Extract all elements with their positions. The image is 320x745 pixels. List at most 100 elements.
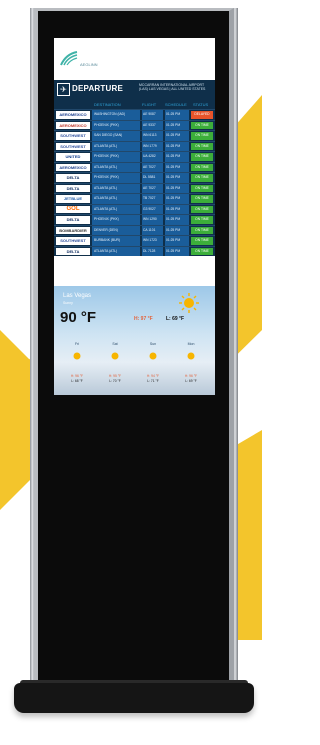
status-badge: ON TIME	[191, 121, 213, 129]
flight-cell: G3 9027	[142, 204, 163, 214]
flight-cell: WN 6113	[142, 131, 163, 141]
flight-row: SOUTHWEST BURBANK (BUR) WN 1723 01:25 PM…	[54, 235, 215, 246]
col-schedule: SCHEDULE	[165, 102, 187, 107]
forecast-day: Mon H: 96 °F L: 69 °F	[174, 342, 208, 388]
status-badge: ON TIME	[191, 237, 213, 245]
flight-cell: AE 9087	[142, 110, 163, 120]
weather-low: L: 69 °F	[166, 316, 185, 322]
destination-cell: ATLANTA (ATL)	[92, 141, 140, 151]
departure-title: DEPARTURE	[72, 84, 123, 93]
time-cell: 01:25 PM	[165, 215, 189, 225]
status-badge: ON TIME	[191, 247, 213, 255]
status-badge: ON TIME	[191, 226, 213, 234]
sun-icon	[179, 293, 199, 313]
forecast-day: Sat H: 95 °F L: 70 °F	[98, 342, 132, 388]
flight-row: UNITED PHOENIX (PHX) UA 4282 01:25 PM ON…	[54, 151, 215, 162]
flight-row: AEROMEXICO ATLANTA (ATL) AE 7027 01:25 P…	[54, 161, 215, 172]
destination-cell: ATLANTA (ATL)	[92, 194, 140, 204]
weather-city: Las Vegas	[63, 293, 92, 299]
destination-cell: ATLANTA (ATL)	[92, 246, 140, 256]
flight-row: SOUTHWEST ATLANTA (ATL) WN 1779 01:25 PM…	[54, 140, 215, 151]
airline-logo: JETBLUE	[56, 195, 90, 203]
airline-logo: AEROMEXICO	[56, 163, 90, 171]
time-cell: 01:25 PM	[165, 141, 189, 151]
forecast-high: H: 96 °F	[184, 374, 198, 378]
flight-cell: AE 7027	[142, 183, 163, 193]
status-badge: DELAYED	[191, 111, 213, 119]
airline-logo: DELTA	[56, 184, 90, 192]
weather-condition: Sunny	[63, 301, 73, 305]
time-cell: 01:25 PM	[165, 236, 189, 246]
sun-icon	[187, 352, 195, 360]
status-badge: ON TIME	[191, 142, 213, 150]
flight-row: DELTA PHOENIX (PHX) WN 1290 01:25 PM ON …	[54, 214, 215, 225]
airline-logo: GOL	[56, 205, 90, 213]
forecast-day-name: Sun	[149, 342, 157, 346]
sun-icon	[111, 352, 119, 360]
time-cell: 01:25 PM	[165, 173, 189, 183]
flight-cell: WN 1779	[142, 141, 163, 151]
destination-cell: WASHINGTON (IAD)	[92, 110, 140, 120]
status-badge: ON TIME	[191, 132, 213, 140]
destination-cell: PHOENIX (PHX)	[92, 173, 140, 183]
col-destination: DESTINATION	[94, 102, 121, 107]
status-badge: ON TIME	[191, 195, 213, 203]
forecast-day: Fri H: 96 °F L: 68 °F	[60, 342, 94, 388]
brand-logo-icon	[60, 51, 78, 66]
airline-logo: SOUTHWEST	[56, 237, 90, 245]
forecast-low: L: 68 °F	[71, 379, 83, 383]
flight-row: AEROMEXICO WASHINGTON (IAD) AE 9087 01:2…	[54, 109, 215, 120]
flight-row: DELTA ATLANTA (ATL) DL 7128 01:25 PM ON …	[54, 245, 215, 256]
time-cell: 01:25 PM	[165, 162, 189, 172]
forecast-row: Fri H: 96 °F L: 68 °F Sat H: 95 °F L: 70…	[60, 342, 210, 388]
kiosk-base	[14, 683, 254, 713]
destination-cell: PHOENIX (PHX)	[92, 120, 140, 130]
flight-cell: UA 4282	[142, 152, 163, 162]
kiosk-screen: AEGLINN ✈ DEPARTURE MCCARRAN INTERNATION…	[54, 38, 215, 395]
time-cell: 01:25 PM	[165, 183, 189, 193]
forecast-low: L: 71 °F	[147, 379, 159, 383]
brand-logo-text: AEGLINN	[80, 62, 98, 67]
time-cell: 01:25 PM	[165, 194, 189, 204]
flight-cell: WN 1723	[142, 236, 163, 246]
forecast-day: Sun H: 94 °F L: 71 °F	[136, 342, 170, 388]
flight-table: AEROMEXICO WASHINGTON (IAD) AE 9087 01:2…	[54, 109, 215, 256]
forecast-high: H: 95 °F	[108, 374, 122, 378]
status-badge: ON TIME	[191, 216, 213, 224]
col-status: STATUS	[193, 102, 209, 107]
flight-row: JETBLUE ATLANTA (ATL) TB 7027 01:25 PM O…	[54, 193, 215, 204]
flight-row: DELTA PHOENIX (PHX) DL 5581 01:25 PM ON …	[54, 172, 215, 183]
time-cell: 01:25 PM	[165, 110, 189, 120]
time-cell: 01:25 PM	[165, 152, 189, 162]
destination-cell: SAN DIEGO (SAN)	[92, 131, 140, 141]
time-cell: 01:25 PM	[165, 120, 189, 130]
airline-logo: DELTA	[56, 247, 90, 255]
status-badge: ON TIME	[191, 153, 213, 161]
departure-header: ✈ DEPARTURE MCCARRAN INTERNATIONAL AIRPO…	[54, 80, 215, 98]
time-cell: 01:25 PM	[165, 131, 189, 141]
destination-cell: DENVER (DEN)	[92, 225, 140, 235]
flight-row: BOMBARDIER DENVER (DEN) CA 1101 01:25 PM…	[54, 224, 215, 235]
flight-row: AEROMEXICO PHOENIX (PHX) AE 9337 01:25 P…	[54, 119, 215, 130]
destination-cell: ATLANTA (ATL)	[92, 183, 140, 193]
time-cell: 01:25 PM	[165, 246, 189, 256]
column-headers: DESTINATION FLIGHT SCHEDULE STATUS	[54, 98, 215, 109]
col-flight: FLIGHT	[142, 102, 157, 107]
forecast-day-name: Fri	[74, 342, 80, 346]
flight-cell: CA 1101	[142, 225, 163, 235]
destination-cell: ATLANTA (ATL)	[92, 162, 140, 172]
sun-icon	[73, 352, 81, 360]
flight-cell: TB 7027	[142, 194, 163, 204]
airport-name: MCCARRAN INTERNATIONAL AIRPORT (LAS) LAS…	[139, 83, 206, 92]
weather-widget: Las Vegas Sunny 90 °F H: 97 °F L: 69 °F …	[54, 286, 215, 395]
forecast-high: H: 96 °F	[70, 374, 84, 378]
airline-logo: AEROMEXICO	[56, 111, 90, 119]
weather-high: H: 97 °F	[134, 316, 153, 322]
airline-logo: UNITED	[56, 153, 90, 161]
status-badge: ON TIME	[191, 205, 213, 213]
status-badge: ON TIME	[191, 174, 213, 182]
airline-logo: AEROMEXICO	[56, 121, 90, 129]
flight-row: DELTA ATLANTA (ATL) AE 7027 01:25 PM ON …	[54, 182, 215, 193]
screen-header: AEGLINN	[54, 38, 215, 80]
flight-cell: DL 5581	[142, 173, 163, 183]
